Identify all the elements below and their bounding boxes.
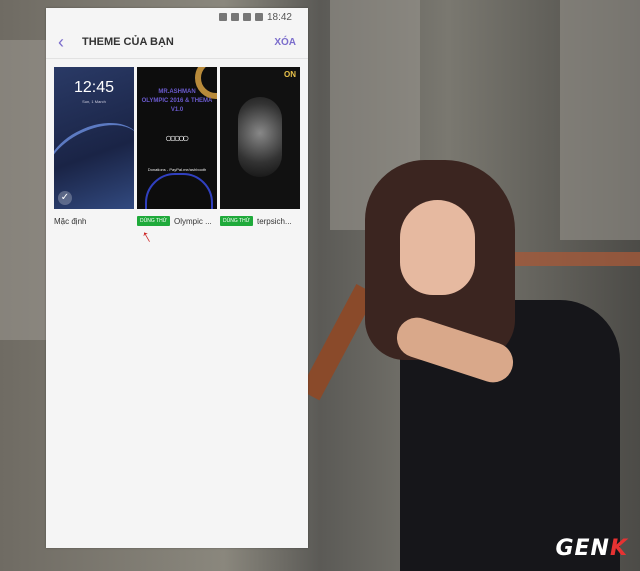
selected-check-icon: ✓ <box>58 191 72 205</box>
preview-clock: 12:45 <box>73 79 115 96</box>
preview-date: Sun, 1 March <box>82 99 106 104</box>
status-bar: 18:42 <box>46 8 308 26</box>
status-time: 18:42 <box>266 11 292 23</box>
theme-name: Olympic ... <box>173 216 212 226</box>
trial-badge: DÙNG THỬ <box>137 216 170 226</box>
app-header: ‹ THEME CỦA BẠN XÓA <box>46 26 308 59</box>
theme-preview-default[interactable]: 12:45 Sun, 1 March ✓ <box>54 67 134 209</box>
phone-screen: 18:42 ‹ THEME CỦA BẠN XÓA 12:45 Sun, 1 M… <box>46 8 308 548</box>
delete-button[interactable]: XÓA <box>274 37 296 48</box>
preview-text-line: V1.0 <box>170 107 184 113</box>
theme-card-default[interactable]: 12:45 Sun, 1 March ✓ Mặc định <box>54 67 134 231</box>
theme-preview-olympic[interactable]: MR.ASHMAN OLYMPIC 2016 & THEMA V1.0 ○○○○… <box>137 67 217 209</box>
building-right <box>560 0 640 240</box>
theme-label-row: DÙNG THỬ Olympic ... <box>137 211 217 231</box>
theme-label-row: Mặc định <box>54 211 134 231</box>
preview-text-line: OLYMPIC 2016 & THEMA <box>141 98 213 104</box>
signal-icon <box>242 13 251 21</box>
preview-on-mark: ON <box>284 70 296 79</box>
woman-face <box>400 200 475 295</box>
olympic-rings-icon: ○○○○○ <box>165 131 189 145</box>
alarm-icon <box>218 13 227 21</box>
preview-donation-text: Donations - PayPal.me/ashbooth <box>147 167 207 172</box>
trial-badge: DÙNG THỬ <box>220 216 253 226</box>
preview-strip <box>145 173 213 209</box>
page-title: THEME CỦA BẠN <box>82 36 174 48</box>
theme-name: terpsich... <box>256 216 292 226</box>
back-arrow-icon[interactable]: ‹ <box>58 32 82 53</box>
theme-card-terpsichore[interactable]: ON DÙNG THỬ terpsich... <box>220 67 300 231</box>
theme-preview-terpsichore[interactable]: ON <box>220 67 300 209</box>
building-left <box>0 40 50 340</box>
theme-label-row: DÙNG THỬ terpsich... <box>220 211 300 231</box>
preview-face <box>238 97 282 177</box>
theme-name: Mặc định <box>54 216 87 226</box>
silent-icon <box>230 13 239 21</box>
theme-grid: 12:45 Sun, 1 March ✓ Mặc định MR.ASHMAN … <box>46 59 308 239</box>
genk-watermark: GENK <box>555 536 628 561</box>
theme-card-olympic[interactable]: MR.ASHMAN OLYMPIC 2016 & THEMA V1.0 ○○○○… <box>137 67 217 231</box>
preview-text-line: MR.ASHMAN <box>158 89 196 95</box>
battery-icon <box>254 13 263 21</box>
